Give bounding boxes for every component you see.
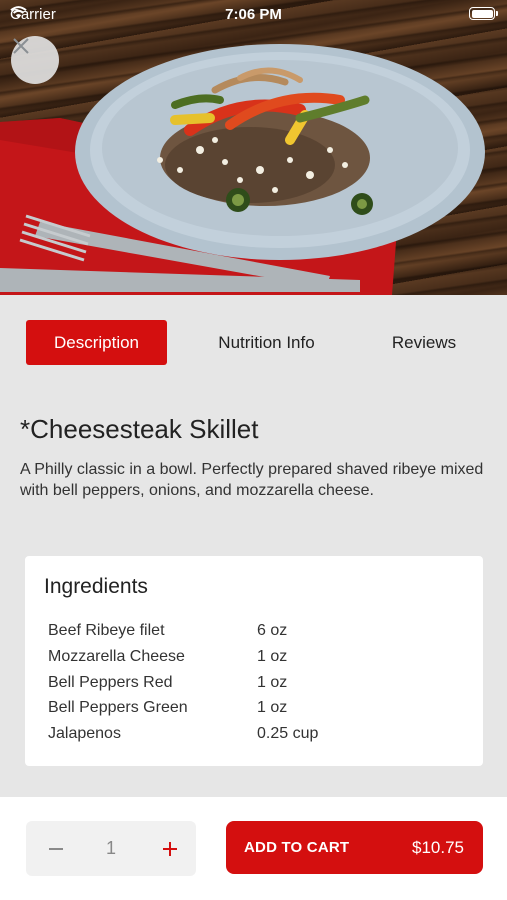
- ingredients-card: Ingredients Beef Ribeye filet 6 oz Mozza…: [25, 556, 483, 766]
- status-time: 7:06 PM: [225, 6, 282, 23]
- ingredient-qty: 1 oz: [257, 674, 288, 691]
- tab-nutrition-info[interactable]: Nutrition Info: [196, 320, 337, 365]
- ingredient-name: Bell Peppers Red: [48, 674, 173, 691]
- status-bar: Carrier 7:06 PM: [0, 0, 507, 28]
- ingredient-qty: 0.25 cup: [257, 725, 319, 742]
- tab-description[interactable]: Description: [26, 320, 167, 365]
- bottom-cart-bar: 1 ADD TO CART $10.75: [0, 797, 507, 900]
- ingredient-qty: 1 oz: [257, 699, 288, 716]
- ingredient-row: Bell Peppers Red 1 oz: [48, 674, 468, 700]
- tab-reviews[interactable]: Reviews: [366, 320, 482, 365]
- close-icon: [13, 38, 29, 54]
- ingredient-name: Bell Peppers Green: [48, 699, 188, 716]
- cart-price: $10.75: [412, 837, 464, 857]
- battery-icon: [469, 7, 498, 20]
- minus-icon: [49, 847, 63, 850]
- add-to-cart-label: ADD TO CART: [244, 839, 350, 856]
- product-title: *Cheesesteak Skillet: [20, 414, 259, 444]
- tab-bar: Description Nutrition Info Reviews: [0, 295, 507, 390]
- ingredient-row: Beef Ribeye filet 6 oz: [48, 622, 468, 648]
- quantity-stepper: 1: [26, 821, 196, 876]
- quantity-value: 1: [105, 838, 116, 858]
- ingredient-row: Mozzarella Cheese 1 oz: [48, 648, 468, 674]
- ingredient-name: Mozzarella Cheese: [48, 648, 185, 665]
- ingredient-name: Beef Ribeye filet: [48, 622, 165, 639]
- close-button[interactable]: [11, 36, 59, 84]
- increase-quantity-button[interactable]: [148, 821, 192, 876]
- ingredient-row: Jalapenos 0.25 cup: [48, 725, 468, 751]
- product-description: A Philly classic in a bowl. Perfectly pr…: [20, 461, 484, 499]
- ingredient-qty: 6 oz: [257, 622, 288, 639]
- hero-image: Carrier 7:06 PM: [0, 0, 507, 295]
- decrease-quantity-button[interactable]: [36, 821, 76, 876]
- ingredient-qty: 1 oz: [257, 648, 288, 665]
- ingredient-name: Jalapenos: [48, 725, 121, 742]
- food-photo: [0, 44, 485, 295]
- add-to-cart-button[interactable]: ADD TO CART $10.75: [226, 821, 483, 874]
- plus-icon: [163, 841, 177, 856]
- ingredient-row: Bell Peppers Green 1 oz: [48, 699, 468, 725]
- ingredients-heading: Ingredients: [44, 575, 148, 598]
